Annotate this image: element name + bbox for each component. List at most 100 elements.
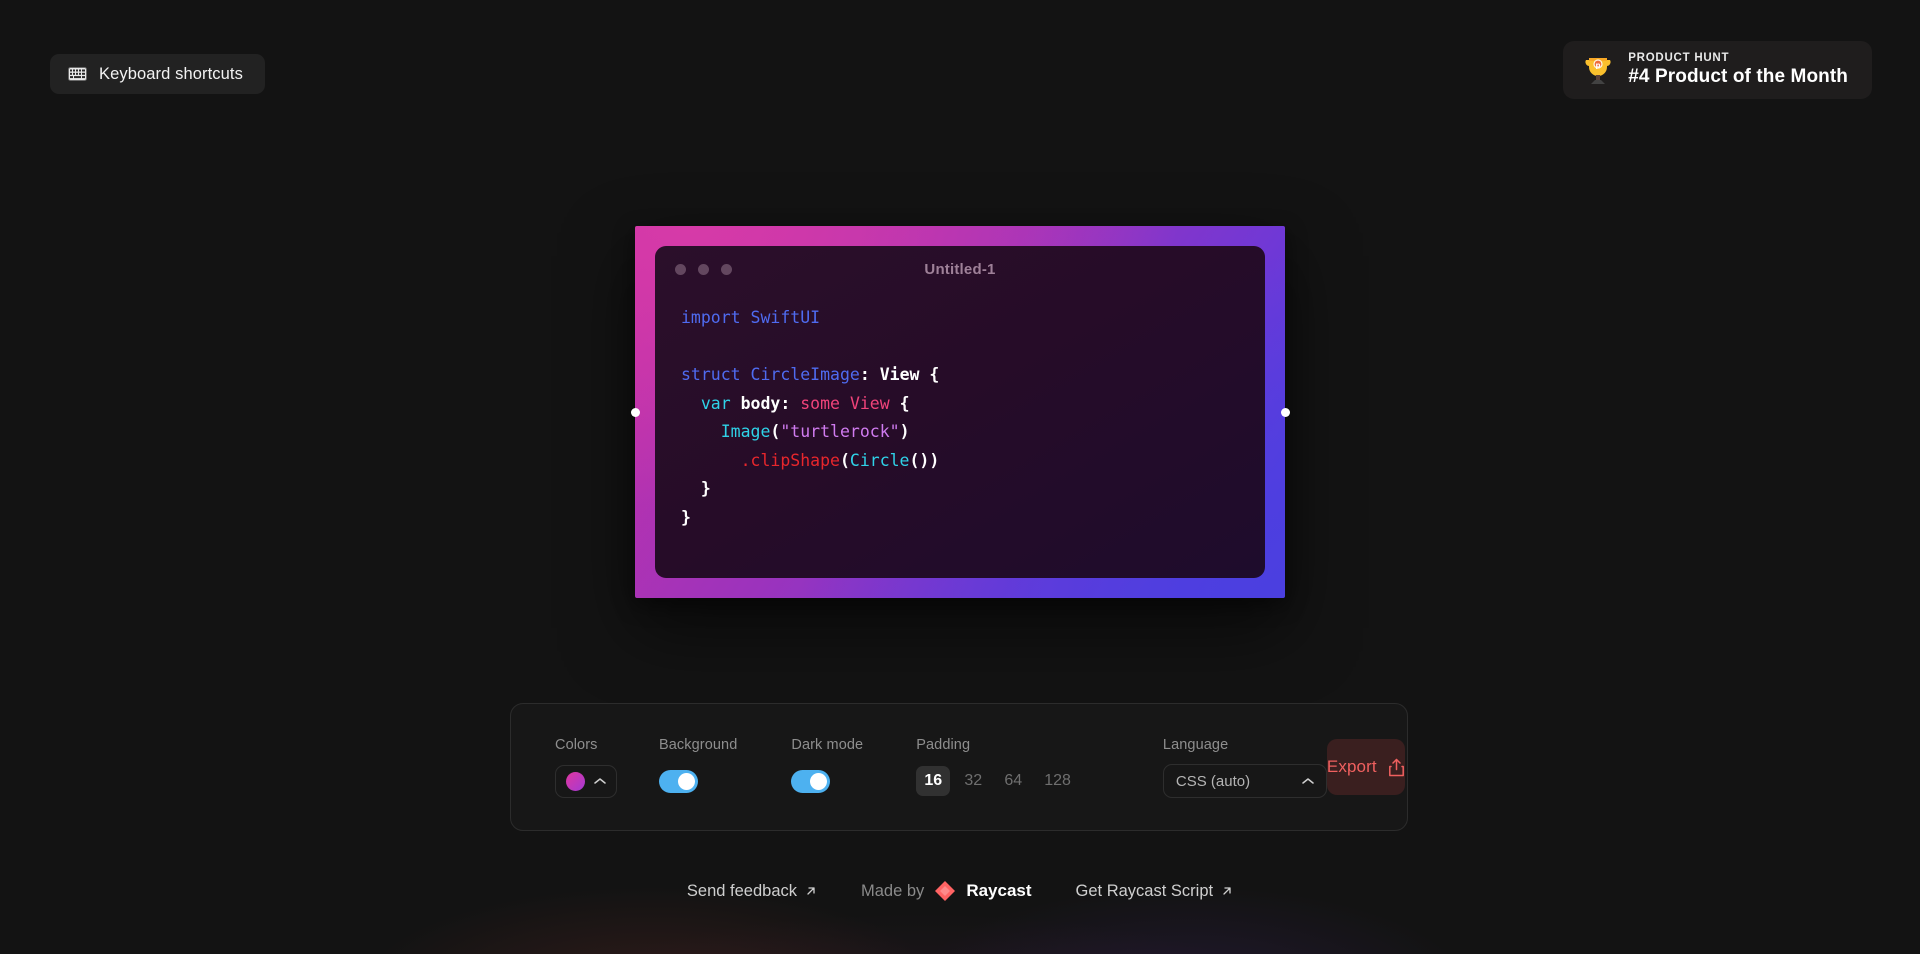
app-root: Keyboard shortcuts p PRODUCT HUNT #4 Pro… — [0, 0, 1920, 954]
padding-option-128[interactable]: 128 — [1036, 766, 1079, 796]
code-token: { — [899, 393, 910, 413]
product-hunt-title: #4 Product of the Month — [1628, 66, 1848, 87]
arrow-up-right-icon — [1223, 887, 1231, 895]
code-token: } — [681, 507, 691, 527]
chevron-up-icon — [594, 778, 606, 784]
arrow-up-right-icon — [807, 887, 815, 895]
code-token: : — [859, 365, 870, 384]
product-hunt-text: PRODUCT HUNT #4 Product of the Month — [1628, 52, 1848, 88]
code-frame-wrapper: Untitled-1 import SwiftUI​struct CircleI… — [630, 226, 1290, 598]
raycast-logo-icon — [935, 881, 956, 901]
code-token: .clipShape — [740, 450, 840, 470]
code-token: Circle — [849, 450, 910, 470]
language-select[interactable]: CSS (auto) — [1162, 764, 1327, 798]
code-token: View — [849, 393, 890, 413]
language-control: Language CSS (auto) — [1162, 737, 1327, 798]
code-token: body — [740, 393, 781, 413]
raycast-wordmark: Raycast — [966, 881, 1032, 900]
padding-option-64[interactable]: 64 — [996, 766, 1030, 796]
code-token: ) — [899, 422, 910, 441]
get-raycast-script-link[interactable]: Get Raycast Script — [1076, 882, 1234, 901]
colors-control: Colors — [555, 737, 617, 798]
code-line: .clipShape(Circle()) — [681, 447, 1239, 476]
resize-handle-left[interactable] — [630, 407, 640, 417]
code-token: ( — [770, 422, 781, 441]
code-content[interactable]: import SwiftUI​struct CircleImage: View … — [655, 292, 1265, 532]
code-editor-window[interactable]: Untitled-1 import SwiftUI​struct CircleI… — [655, 246, 1265, 578]
maximize-dot — [721, 263, 732, 275]
code-token: CircleImage — [750, 365, 860, 384]
color-swatch — [566, 771, 585, 791]
product-hunt-kicker: PRODUCT HUNT — [1628, 52, 1730, 64]
code-token: import — [681, 308, 741, 327]
controls-panel: Colors Background Dark mode Padding 16 3… — [510, 703, 1408, 831]
code-line: var body: some View { — [681, 390, 1239, 419]
code-line: import SwiftUI — [681, 304, 1239, 333]
export-label: Export — [1326, 757, 1377, 776]
code-token: { — [929, 365, 940, 384]
language-label: Language — [1162, 737, 1229, 753]
dark-mode-label: Dark mode — [791, 737, 864, 753]
padding-control: Padding 16 32 64 128 — [916, 737, 1079, 797]
code-token: var — [700, 393, 731, 413]
code-token: SwiftUI — [750, 308, 821, 327]
background-toggle[interactable] — [659, 769, 698, 793]
made-by-label: Made by — [861, 881, 925, 900]
keyboard-icon — [68, 67, 87, 81]
get-script-label: Get Raycast Script — [1075, 881, 1214, 900]
code-line: } — [681, 504, 1239, 533]
background-control: Background — [659, 737, 737, 797]
code-line: } — [681, 475, 1239, 504]
share-upload-icon — [1388, 758, 1404, 776]
padding-label: Padding — [916, 737, 971, 753]
svg-text:p: p — [1596, 61, 1601, 69]
code-line: ​ — [681, 333, 1239, 362]
send-feedback-label: Send feedback — [686, 881, 798, 900]
trophy-icon: p — [1585, 58, 1611, 84]
language-value: CSS (auto) — [1175, 772, 1251, 790]
background-label: Background — [659, 737, 738, 753]
code-token: View — [879, 365, 920, 384]
code-line: Image("turtlerock") — [681, 418, 1239, 447]
padding-option-32[interactable]: 32 — [956, 766, 990, 796]
code-token: "turtlerock" — [780, 422, 900, 441]
code-token: struct — [681, 365, 741, 384]
traffic-lights — [675, 263, 732, 275]
send-feedback-link[interactable]: Send feedback — [687, 882, 817, 901]
code-token: some — [800, 393, 840, 413]
minimize-dot — [698, 263, 709, 275]
close-dot — [675, 263, 686, 275]
code-token: ( — [839, 450, 850, 470]
export-button[interactable]: Export — [1326, 739, 1405, 795]
colors-label: Colors — [555, 737, 598, 753]
code-line: struct CircleImage: View { — [681, 361, 1239, 390]
code-token: : — [780, 393, 791, 413]
editor-title[interactable]: Untitled-1 — [655, 261, 1265, 278]
product-hunt-badge[interactable]: p PRODUCT HUNT #4 Product of the Month — [1563, 41, 1872, 99]
keyboard-shortcuts-button[interactable]: Keyboard shortcuts — [50, 54, 265, 94]
code-token: } — [700, 479, 711, 498]
keyboard-shortcuts-label: Keyboard shortcuts — [99, 64, 243, 83]
code-token: Image — [720, 422, 771, 441]
editor-titlebar: Untitled-1 — [655, 246, 1265, 292]
gradient-frame: Untitled-1 import SwiftUI​struct CircleI… — [635, 226, 1285, 598]
code-token: ()) — [909, 450, 940, 470]
footer: Send feedback Made by Raycast Get Raycas… — [0, 880, 1920, 902]
resize-handle-right[interactable] — [1280, 407, 1290, 417]
dark-mode-toggle[interactable] — [791, 769, 831, 793]
chevron-up-icon — [1302, 778, 1314, 784]
made-by-raycast[interactable]: Made by Raycast — [861, 880, 1032, 902]
color-picker-button[interactable] — [555, 764, 617, 798]
padding-option-16[interactable]: 16 — [916, 766, 951, 796]
